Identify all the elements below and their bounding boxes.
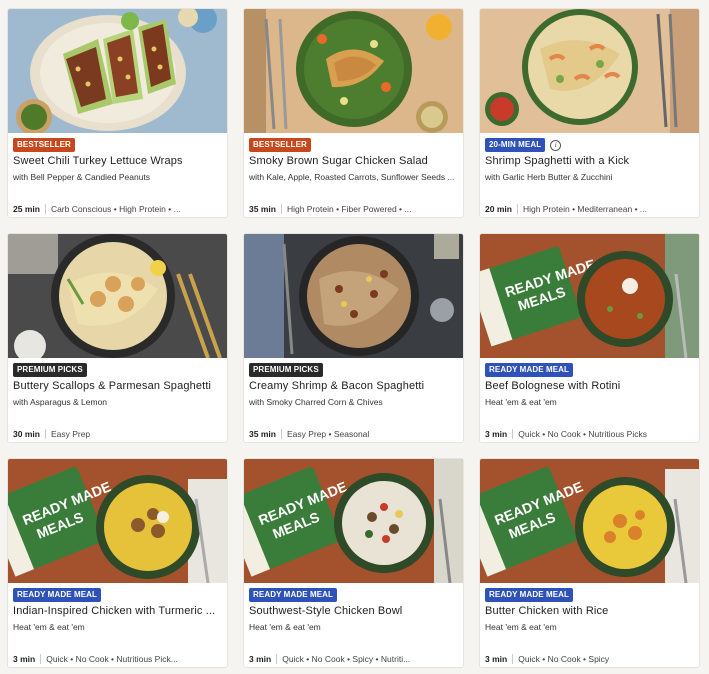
recipe-title[interactable]: Beef Bolognese with Rotini	[485, 380, 697, 392]
ready-made-meal-badge: READY MADE MEAL	[485, 588, 574, 602]
info-icon[interactable]: i	[550, 139, 562, 151]
recipe-title[interactable]: Buttery Scallops & Parmesan Spaghetti	[13, 380, 225, 392]
recipe-subtitle: with Bell Pepper & Candied Peanuts	[13, 172, 151, 182]
recipe-grid: BESTSELLER Sweet Chili Turkey Lettuce Wr…	[7, 8, 700, 668]
recipe-title[interactable]: Butter Chicken with Rice	[485, 605, 697, 617]
ready-made-meal-badge: READY MADE MEAL	[249, 588, 338, 602]
recipe-subtitle: Heat 'em & eat 'em	[485, 622, 557, 632]
meta-divider	[512, 654, 514, 664]
recipe-meta: 20 min High Protein • Mediterranean • ..…	[485, 204, 697, 214]
recipe-subtitle: with Smoky Charred Corn & Chives	[249, 397, 383, 407]
recipe-subtitle: with Garlic Herb Butter & Zucchini	[485, 172, 613, 182]
recipe-title[interactable]: Sweet Chili Turkey Lettuce Wraps	[13, 155, 225, 167]
recipe-tags: Easy Prep	[50, 429, 91, 439]
turmeric-chicken-photo[interactable]: READY MADE MEALS	[8, 459, 227, 583]
recipe-title[interactable]: Indian-Inspired Chicken with Turmeric ..…	[13, 605, 225, 617]
recipe-title[interactable]: Creamy Shrimp & Bacon Spaghetti	[249, 380, 461, 392]
recipe-card[interactable]: PREMIUM PICKS Buttery Scallops & Parmesa…	[7, 233, 228, 443]
prep-time: 3 min	[249, 654, 272, 664]
premium-picks-badge: PREMIUM PICKS	[13, 363, 87, 377]
recipe-meta: 3 min Quick • No Cook • Nutritious Pick.…	[13, 654, 225, 664]
recipe-subtitle: Heat 'em & eat 'em	[13, 622, 85, 632]
recipe-title[interactable]: Shrimp Spaghetti with a Kick	[485, 155, 697, 167]
southwest-chicken-bowl-photo[interactable]: READY MADE MEALS	[244, 459, 463, 583]
bestseller-badge: BESTSELLER	[13, 138, 75, 152]
lettuce-wraps-photo[interactable]	[8, 9, 227, 133]
recipe-title[interactable]: Southwest-Style Chicken Bowl	[249, 605, 461, 617]
recipe-tags: Quick • No Cook • Spicy • Nutriti...	[282, 654, 411, 664]
recipe-card[interactable]: READY MADE MEALS READY MADE MEAL Indian-…	[7, 458, 228, 668]
recipe-card[interactable]: PREMIUM PICKS Creamy Shrimp & Bacon Spag…	[243, 233, 464, 443]
recipe-meta: 25 min Carb Conscious • High Protein • .…	[13, 204, 225, 214]
recipe-subtitle: Heat 'em & eat 'em	[249, 622, 321, 632]
recipe-tags: Quick • No Cook • Nutritious Pick...	[46, 654, 178, 664]
recipe-card[interactable]: BESTSELLER Sweet Chili Turkey Lettuce Wr…	[7, 8, 228, 218]
meta-divider	[280, 204, 282, 214]
scallops-spaghetti-photo[interactable]	[8, 234, 227, 358]
recipe-tags: High Protein • Mediterranean • ...	[522, 204, 648, 214]
beef-bolognese-photo[interactable]: READY MADE MEALS	[480, 234, 699, 358]
recipe-meta: 3 min Quick • No Cook • Spicy • Nutriti.…	[249, 654, 461, 664]
recipe-card[interactable]: READY MADE MEALS READY MADE MEAL Butter …	[479, 458, 700, 668]
meta-divider	[44, 429, 46, 439]
chicken-salad-photo[interactable]	[244, 9, 463, 133]
recipe-meta: 3 min Quick • No Cook • Nutritious Picks	[485, 429, 697, 439]
recipe-subtitle: with Asparagus & Lemon	[13, 397, 108, 407]
meta-divider	[512, 429, 514, 439]
ready-made-meal-badge: READY MADE MEAL	[485, 363, 574, 377]
meta-divider	[280, 429, 282, 439]
recipe-tags: Carb Conscious • High Protein • ...	[50, 204, 181, 214]
prep-time: 3 min	[13, 654, 36, 664]
recipe-meta: 30 min Easy Prep	[13, 429, 225, 439]
meta-divider	[44, 204, 46, 214]
shrimp-bacon-spaghetti-photo[interactable]	[244, 234, 463, 358]
shrimp-spaghetti-photo[interactable]	[480, 9, 699, 133]
recipe-subtitle: Heat 'em & eat 'em	[485, 397, 557, 407]
recipe-card[interactable]: READY MADE MEALS READY MADE MEAL Southwe…	[243, 458, 464, 668]
recipe-tags: Quick • No Cook • Spicy	[518, 654, 610, 664]
bestseller-badge: BESTSELLER	[249, 138, 311, 152]
premium-picks-badge: PREMIUM PICKS	[249, 363, 323, 377]
prep-time: 3 min	[485, 429, 508, 439]
recipe-subtitle: with Kale, Apple, Roasted Carrots, Sunfl…	[249, 172, 455, 182]
prep-time: 35 min	[249, 204, 276, 214]
recipe-tags: Quick • No Cook • Nutritious Picks	[518, 429, 647, 439]
ready-made-meal-badge: READY MADE MEAL	[13, 588, 102, 602]
recipe-card[interactable]: BESTSELLER Smoky Brown Sugar Chicken Sal…	[243, 8, 464, 218]
recipe-meta: 35 min Easy Prep • Seasonal	[249, 429, 461, 439]
recipe-tags: Easy Prep • Seasonal	[286, 429, 370, 439]
recipe-title[interactable]: Smoky Brown Sugar Chicken Salad	[249, 155, 461, 167]
prep-time: 30 min	[13, 429, 40, 439]
prep-time: 25 min	[13, 204, 40, 214]
prep-time: 20 min	[485, 204, 512, 214]
prep-time: 35 min	[249, 429, 276, 439]
meta-divider	[276, 654, 278, 664]
butter-chicken-photo[interactable]: READY MADE MEALS	[480, 459, 699, 583]
recipe-card[interactable]: 20-MIN MEAL i Shrimp Spaghetti with a Ki…	[479, 8, 700, 218]
meta-divider	[40, 654, 42, 664]
twenty-min-meal-badge: 20-MIN MEAL	[485, 138, 546, 152]
recipe-meta: 35 min High Protein • Fiber Powered • ..…	[249, 204, 461, 214]
recipe-card[interactable]: READY MADE MEALS READY MADE MEAL Beef Bo…	[479, 233, 700, 443]
recipe-meta: 3 min Quick • No Cook • Spicy	[485, 654, 697, 664]
recipe-tags: High Protein • Fiber Powered • ...	[286, 204, 412, 214]
meta-divider	[516, 204, 518, 214]
prep-time: 3 min	[485, 654, 508, 664]
